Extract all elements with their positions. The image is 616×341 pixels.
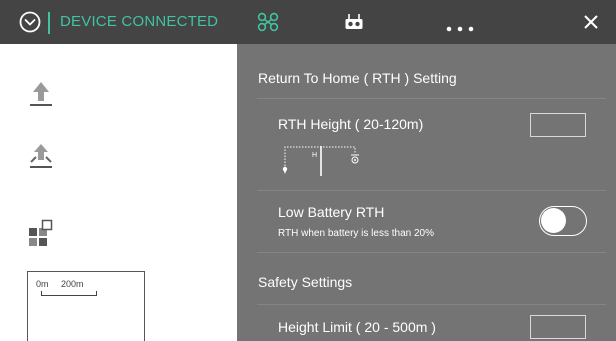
low-battery-label: Low Battery RTH — [278, 204, 385, 220]
height-limit-input[interactable] — [530, 315, 586, 339]
settings-tabbar — [237, 0, 616, 44]
close-icon[interactable] — [580, 11, 602, 33]
map-scale-end: 200m — [61, 279, 84, 289]
divider — [257, 190, 606, 191]
top-bar: DEVICE CONNECTED — [0, 0, 616, 44]
map-scale-bar — [41, 291, 97, 296]
divider — [257, 304, 606, 305]
low-battery-toggle[interactable] — [539, 206, 587, 236]
mini-map[interactable]: 0m 200m — [27, 271, 145, 341]
safety-section-title: Safety Settings — [258, 274, 353, 290]
rth-section-title: Return To Home ( RTH ) Setting — [258, 70, 457, 86]
settings-panel: Return To Home ( RTH ) Setting RTH Heigh… — [237, 44, 616, 341]
more-dots-icon[interactable] — [446, 19, 474, 37]
connection-status: DEVICE CONNECTED — [60, 13, 219, 30]
takeoff-icon[interactable] — [26, 79, 56, 109]
height-limit-label: Height Limit ( 20 - 500m ) — [278, 319, 436, 335]
divider — [257, 98, 606, 99]
rth-height-label: RTH Height ( 20-120m) — [278, 116, 424, 132]
map-scale-start: 0m — [36, 279, 49, 289]
toggle-knob — [541, 208, 566, 233]
divider — [257, 252, 606, 253]
flight-controls: 0m 200m — [0, 44, 237, 341]
remote-controller-icon[interactable] — [344, 13, 364, 36]
layout-toggle-icon[interactable] — [26, 217, 56, 247]
rth-height-diagram: H — [278, 142, 378, 178]
divider — [48, 12, 50, 34]
rth-height-input[interactable] — [530, 113, 586, 137]
rth-diagram-h-label: H — [312, 152, 318, 159]
circle-chevron-down-icon[interactable] — [19, 11, 41, 33]
low-battery-description: RTH when battery is less than 20% — [278, 228, 435, 239]
status-bar: DEVICE CONNECTED — [0, 0, 237, 44]
drone-icon[interactable] — [257, 12, 279, 37]
landing-icon[interactable] — [26, 141, 56, 171]
